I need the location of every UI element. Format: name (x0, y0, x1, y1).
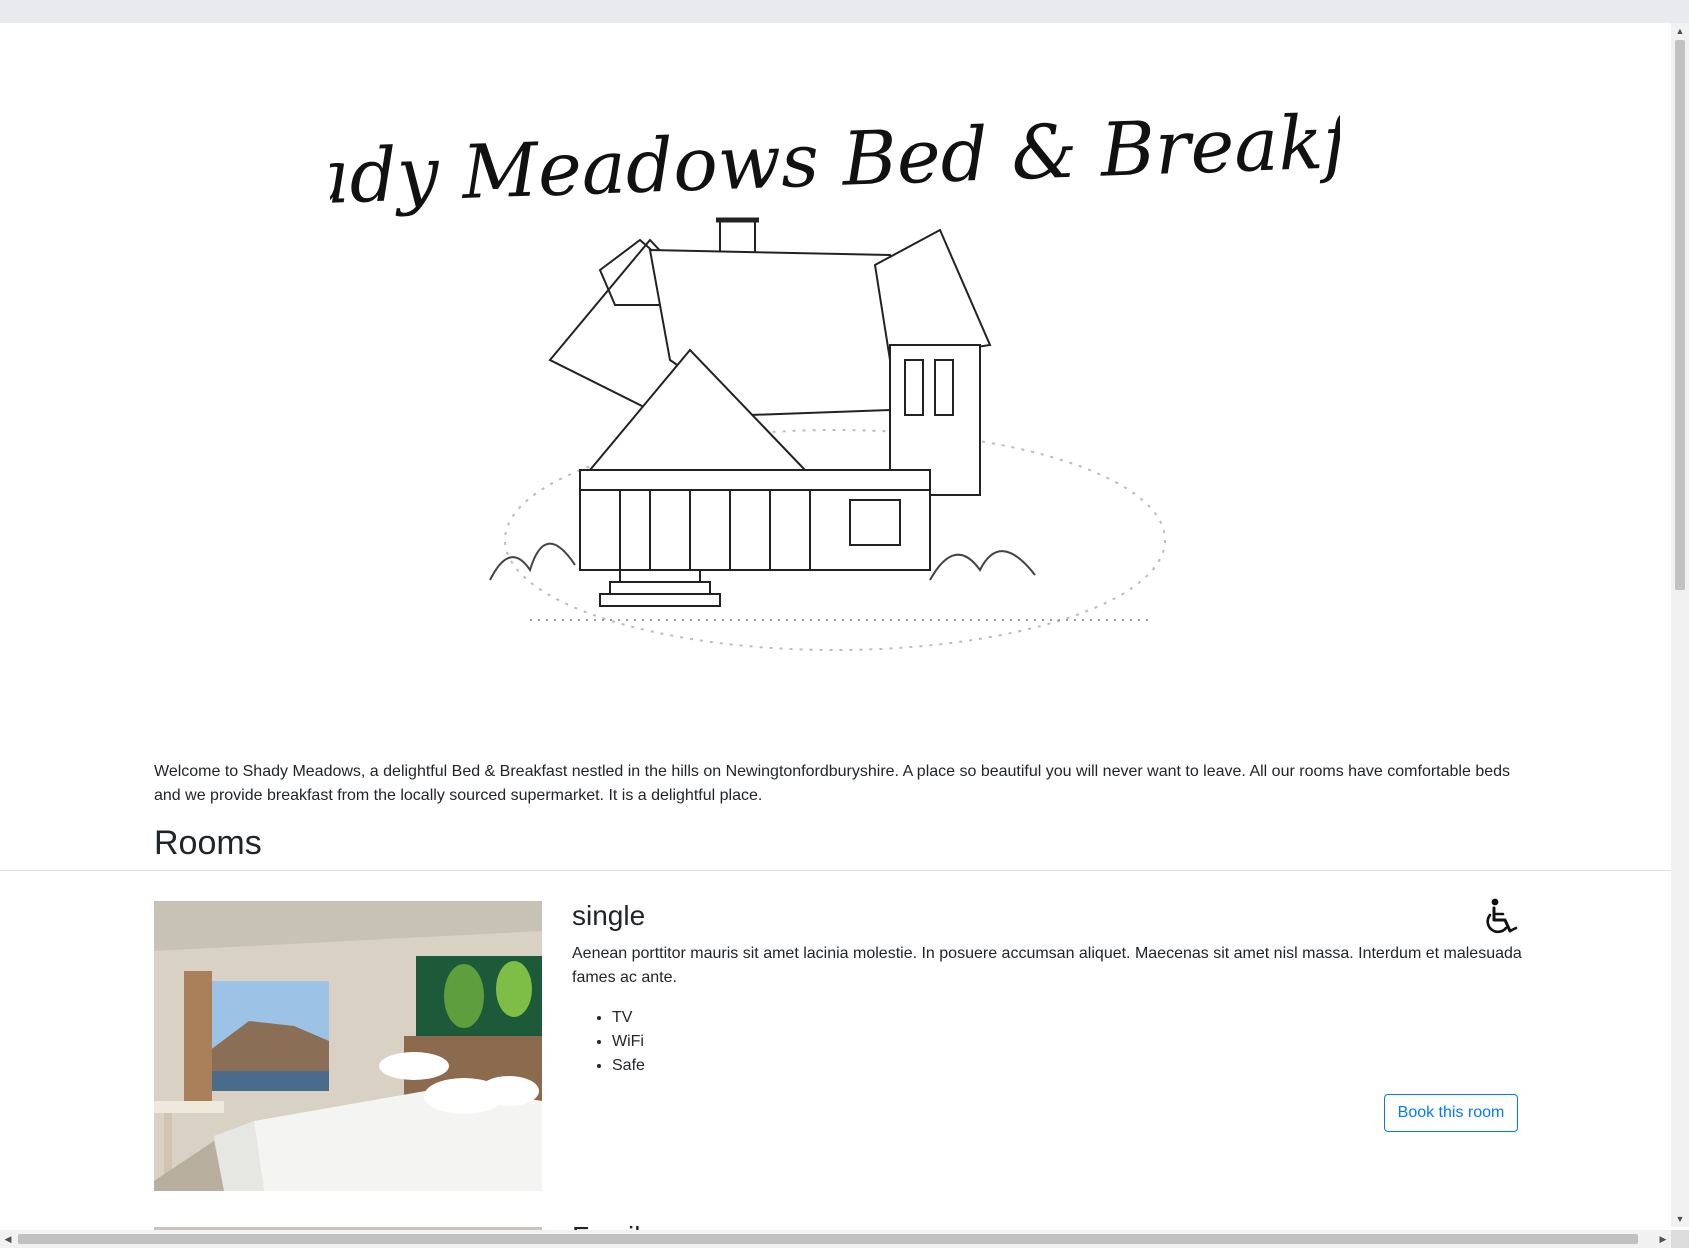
feature-item: Safe (612, 1054, 645, 1078)
scroll-right-arrow-icon[interactable]: ▶ (1655, 1230, 1671, 1248)
vertical-scroll-thumb[interactable] (1675, 40, 1685, 590)
room-image-family (154, 1222, 542, 1230)
horizontal-scrollbar[interactable]: ◀ ▶ (0, 1230, 1671, 1248)
room-image-single (154, 901, 542, 1191)
scroll-up-arrow-icon[interactable]: ▲ (1671, 23, 1689, 39)
logo: Shady Meadows Bed & Breakfast (330, 95, 1340, 651)
feature-item: WiFi (612, 1030, 645, 1054)
logo-text: Shady Meadows Bed & Breakfast (330, 95, 1340, 225)
rooms-divider (0, 870, 1671, 871)
house-sketch (489, 217, 1166, 651)
rooms-heading: Rooms (154, 824, 262, 862)
welcome-text: Welcome to Shady Meadows, a delightful B… (154, 763, 1511, 804)
scroll-down-arrow-icon[interactable]: ▼ (1671, 1211, 1689, 1227)
browser-top-strip (0, 0, 1689, 23)
scrollbar-corner (1671, 1230, 1689, 1248)
room-title-single: single (572, 900, 646, 931)
horizontal-scroll-thumb[interactable] (18, 1234, 1638, 1244)
feature-item: TV (612, 1006, 645, 1030)
vertical-scrollbar[interactable]: ▲ ▼ (1671, 23, 1689, 1227)
scroll-left-arrow-icon[interactable]: ◀ (0, 1230, 16, 1248)
room-title-family: Family (572, 1219, 654, 1230)
wheelchair-icon (1486, 898, 1518, 934)
book-room-button[interactable]: Book this room (1384, 1094, 1518, 1132)
room-description: Aenean porttitor mauris sit amet lacinia… (572, 945, 1522, 986)
room-features: TV WiFi Safe (572, 1006, 645, 1078)
